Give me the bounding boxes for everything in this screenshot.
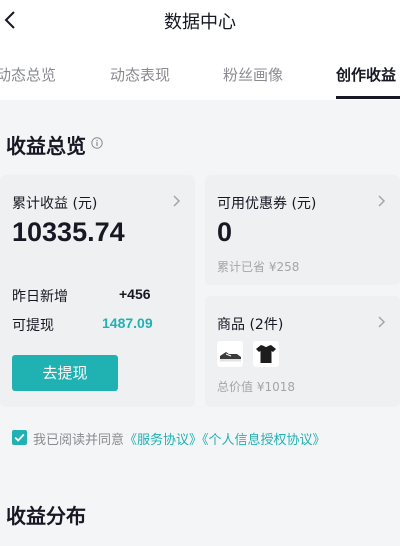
tab-dynamic-performance[interactable]: 动态表现: [110, 64, 170, 85]
coupon-label: 可用优惠券 (元): [217, 196, 317, 212]
withdrawable-label: 可提现: [12, 318, 54, 334]
check-icon: [14, 433, 25, 442]
info-icon[interactable]: [91, 137, 103, 149]
chevron-right-icon: [173, 195, 181, 207]
agreement-row: 我已阅读并同意《服务协议》《个人信息授权协议》: [12, 428, 400, 448]
goods-label: 商品 (2件): [217, 317, 284, 333]
privacy-agreement-link[interactable]: 《个人信息授权协议》: [202, 433, 326, 448]
chevron-right-icon: [378, 195, 386, 207]
page-title: 数据中心: [164, 12, 236, 33]
tab-creation-income[interactable]: 创作收益: [336, 64, 396, 85]
tab-bar: 动态总览 动态表现 粉丝画像 创作收益: [0, 44, 400, 100]
income-distribution-title: 收益分布: [6, 504, 86, 528]
tab-dynamic-overview[interactable]: 动态总览: [0, 64, 56, 85]
agreement-text: 我已阅读并同意《服务协议》《个人信息授权协议》: [33, 429, 326, 448]
withdrawable-value: 1487.09: [102, 315, 153, 331]
agreement-prefix: 我已阅读并同意: [33, 433, 125, 448]
tab-fan-profile[interactable]: 粉丝画像: [223, 64, 283, 85]
sneaker-thumbnail[interactable]: [217, 341, 243, 367]
yesterday-new-value: +456: [119, 286, 151, 302]
top-bar: 数据中心: [0, 0, 400, 44]
coupon-card[interactable]: 可用优惠券 (元) 0 累计已省 ¥258: [205, 175, 400, 285]
tshirt-thumbnail[interactable]: [253, 341, 279, 367]
chevron-right-icon: [378, 316, 386, 328]
income-overview-title: 收益总览: [6, 134, 86, 158]
tshirt-icon: [256, 345, 276, 363]
goods-total-text: 总价值 ¥1018: [217, 380, 295, 394]
service-agreement-link[interactable]: 《服务协议》: [124, 433, 202, 448]
yesterday-new-label: 昨日新增: [12, 289, 68, 305]
coupon-saved-text: 累计已省 ¥258: [217, 260, 300, 274]
withdraw-button[interactable]: 去提现: [12, 355, 118, 391]
agreement-checkbox[interactable]: [12, 430, 27, 445]
active-tab-indicator: [336, 96, 400, 99]
sneaker-icon: [220, 352, 241, 362]
cumulative-income-label: 累计收益 (元): [12, 196, 98, 212]
cumulative-income-value: 10335.74: [12, 217, 125, 247]
coupon-value: 0: [217, 217, 233, 247]
